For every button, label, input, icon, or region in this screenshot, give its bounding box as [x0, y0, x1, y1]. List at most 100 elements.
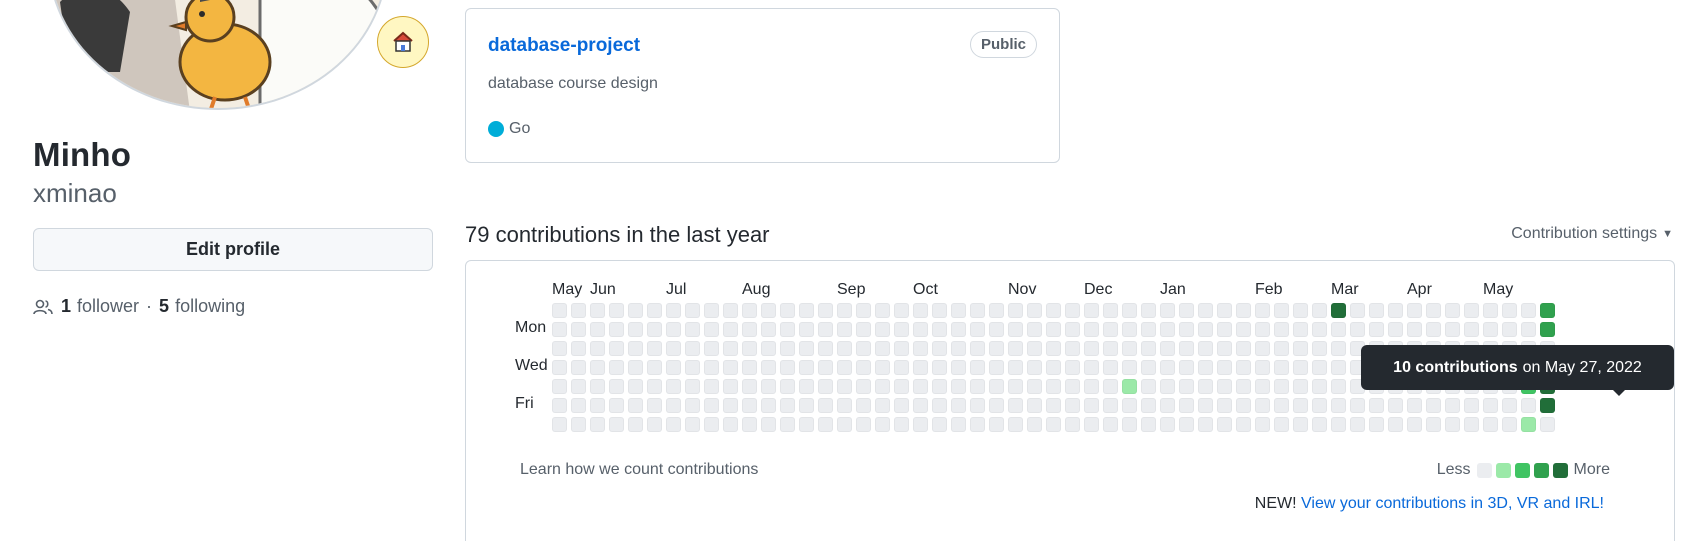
contribution-day-cell[interactable] [875, 398, 890, 413]
contribution-day-cell[interactable] [1046, 417, 1061, 432]
contribution-day-cell[interactable] [1179, 398, 1194, 413]
contribution-day-cell[interactable] [1236, 398, 1251, 413]
contribution-day-cell[interactable] [1445, 417, 1460, 432]
contribution-day-cell[interactable] [1293, 379, 1308, 394]
contribution-day-cell[interactable] [1141, 360, 1156, 375]
contribution-day-cell[interactable] [1217, 360, 1232, 375]
edit-profile-button[interactable]: Edit profile [33, 228, 433, 271]
contribution-day-cell[interactable] [761, 360, 776, 375]
contribution-day-cell[interactable] [1084, 360, 1099, 375]
contribution-day-cell[interactable] [1217, 322, 1232, 337]
contribution-day-cell[interactable] [970, 303, 985, 318]
contribution-day-cell[interactable] [1312, 417, 1327, 432]
contribution-day-cell[interactable] [989, 379, 1004, 394]
contribution-day-cell[interactable] [647, 341, 662, 356]
contribution-day-cell[interactable] [780, 360, 795, 375]
contribution-day-cell[interactable] [666, 398, 681, 413]
contribution-day-cell[interactable] [970, 360, 985, 375]
contribution-day-cell[interactable] [894, 398, 909, 413]
contribution-day-cell[interactable] [913, 322, 928, 337]
contribution-day-cell[interactable] [1274, 341, 1289, 356]
contribution-day-cell[interactable] [1369, 303, 1384, 318]
contribution-day-cell[interactable] [1502, 417, 1517, 432]
contribution-day-cell[interactable] [647, 322, 662, 337]
contribution-day-cell[interactable] [1407, 322, 1422, 337]
contribution-day-cell[interactable] [1331, 341, 1346, 356]
contribution-day-cell[interactable] [628, 417, 643, 432]
contribution-day-cell[interactable] [1103, 341, 1118, 356]
contribution-day-cell[interactable] [856, 341, 871, 356]
contribution-day-cell[interactable] [1179, 303, 1194, 318]
contribution-day-cell[interactable] [742, 379, 757, 394]
contribution-day-cell[interactable] [1141, 322, 1156, 337]
contribution-day-cell[interactable] [1160, 322, 1175, 337]
contribution-day-cell[interactable] [932, 341, 947, 356]
contribution-day-cell[interactable] [856, 379, 871, 394]
contribution-day-cell[interactable] [1198, 303, 1213, 318]
contribution-day-cell[interactable] [1103, 417, 1118, 432]
contribution-day-cell[interactable] [951, 379, 966, 394]
contribution-day-cell[interactable] [1027, 417, 1042, 432]
contribution-day-cell[interactable] [1369, 398, 1384, 413]
contribution-day-cell[interactable] [1008, 417, 1023, 432]
contribution-day-cell[interactable] [1179, 417, 1194, 432]
contribution-day-cell[interactable] [1540, 322, 1555, 337]
contribution-day-cell[interactable] [780, 322, 795, 337]
contribution-day-cell[interactable] [552, 303, 567, 318]
contribution-day-cell[interactable] [1369, 322, 1384, 337]
contribution-day-cell[interactable] [1141, 417, 1156, 432]
contribution-day-cell[interactable] [761, 379, 776, 394]
contribution-day-cell[interactable] [1008, 360, 1023, 375]
contribution-day-cell[interactable] [1027, 303, 1042, 318]
learn-contributions-link[interactable]: Learn how we count contributions [520, 461, 758, 479]
contribution-day-cell[interactable] [609, 341, 624, 356]
status-badge[interactable] [377, 16, 429, 68]
contribution-day-cell[interactable] [1312, 398, 1327, 413]
contribution-day-cell[interactable] [1331, 379, 1346, 394]
contribution-day-cell[interactable] [1293, 322, 1308, 337]
contribution-day-cell[interactable] [1179, 360, 1194, 375]
contribution-day-cell[interactable] [571, 417, 586, 432]
contribution-day-cell[interactable] [1274, 417, 1289, 432]
contribution-day-cell[interactable] [799, 398, 814, 413]
contribution-day-cell[interactable] [1065, 398, 1080, 413]
contribution-day-cell[interactable] [1331, 303, 1346, 318]
contribution-day-cell[interactable] [818, 398, 833, 413]
contribution-day-cell[interactable] [1122, 398, 1137, 413]
contribution-day-cell[interactable] [1103, 303, 1118, 318]
contribution-day-cell[interactable] [1502, 398, 1517, 413]
contribution-day-cell[interactable] [1046, 360, 1061, 375]
contribution-day-cell[interactable] [1122, 341, 1137, 356]
contribution-day-cell[interactable] [856, 303, 871, 318]
contribution-day-cell[interactable] [628, 360, 643, 375]
avatar[interactable] [48, 0, 388, 110]
contribution-day-cell[interactable] [875, 360, 890, 375]
promo-3d-link[interactable]: View your contributions in 3D, VR and IR… [1301, 495, 1604, 512]
contribution-day-cell[interactable] [1160, 417, 1175, 432]
contribution-day-cell[interactable] [1122, 303, 1137, 318]
contribution-day-cell[interactable] [1540, 398, 1555, 413]
contribution-day-cell[interactable] [1198, 417, 1213, 432]
contribution-day-cell[interactable] [628, 322, 643, 337]
contribution-day-cell[interactable] [1255, 341, 1270, 356]
contribution-day-cell[interactable] [1483, 322, 1498, 337]
contribution-day-cell[interactable] [628, 303, 643, 318]
contribution-day-cell[interactable] [1483, 398, 1498, 413]
contribution-day-cell[interactable] [1426, 322, 1441, 337]
contribution-day-cell[interactable] [723, 303, 738, 318]
contribution-day-cell[interactable] [1464, 417, 1479, 432]
contribution-day-cell[interactable] [1274, 379, 1289, 394]
contribution-day-cell[interactable] [1160, 360, 1175, 375]
contribution-day-cell[interactable] [989, 417, 1004, 432]
contribution-day-cell[interactable] [704, 322, 719, 337]
contribution-day-cell[interactable] [590, 417, 605, 432]
contribution-day-cell[interactable] [1255, 398, 1270, 413]
contribution-day-cell[interactable] [932, 417, 947, 432]
contribution-day-cell[interactable] [1046, 341, 1061, 356]
contribution-day-cell[interactable] [837, 303, 852, 318]
contribution-day-cell[interactable] [571, 322, 586, 337]
contribution-settings-dropdown[interactable]: Contribution settings ▼ [1511, 225, 1673, 243]
contribution-day-cell[interactable] [1103, 360, 1118, 375]
contribution-day-cell[interactable] [1502, 322, 1517, 337]
contribution-day-cell[interactable] [1008, 398, 1023, 413]
